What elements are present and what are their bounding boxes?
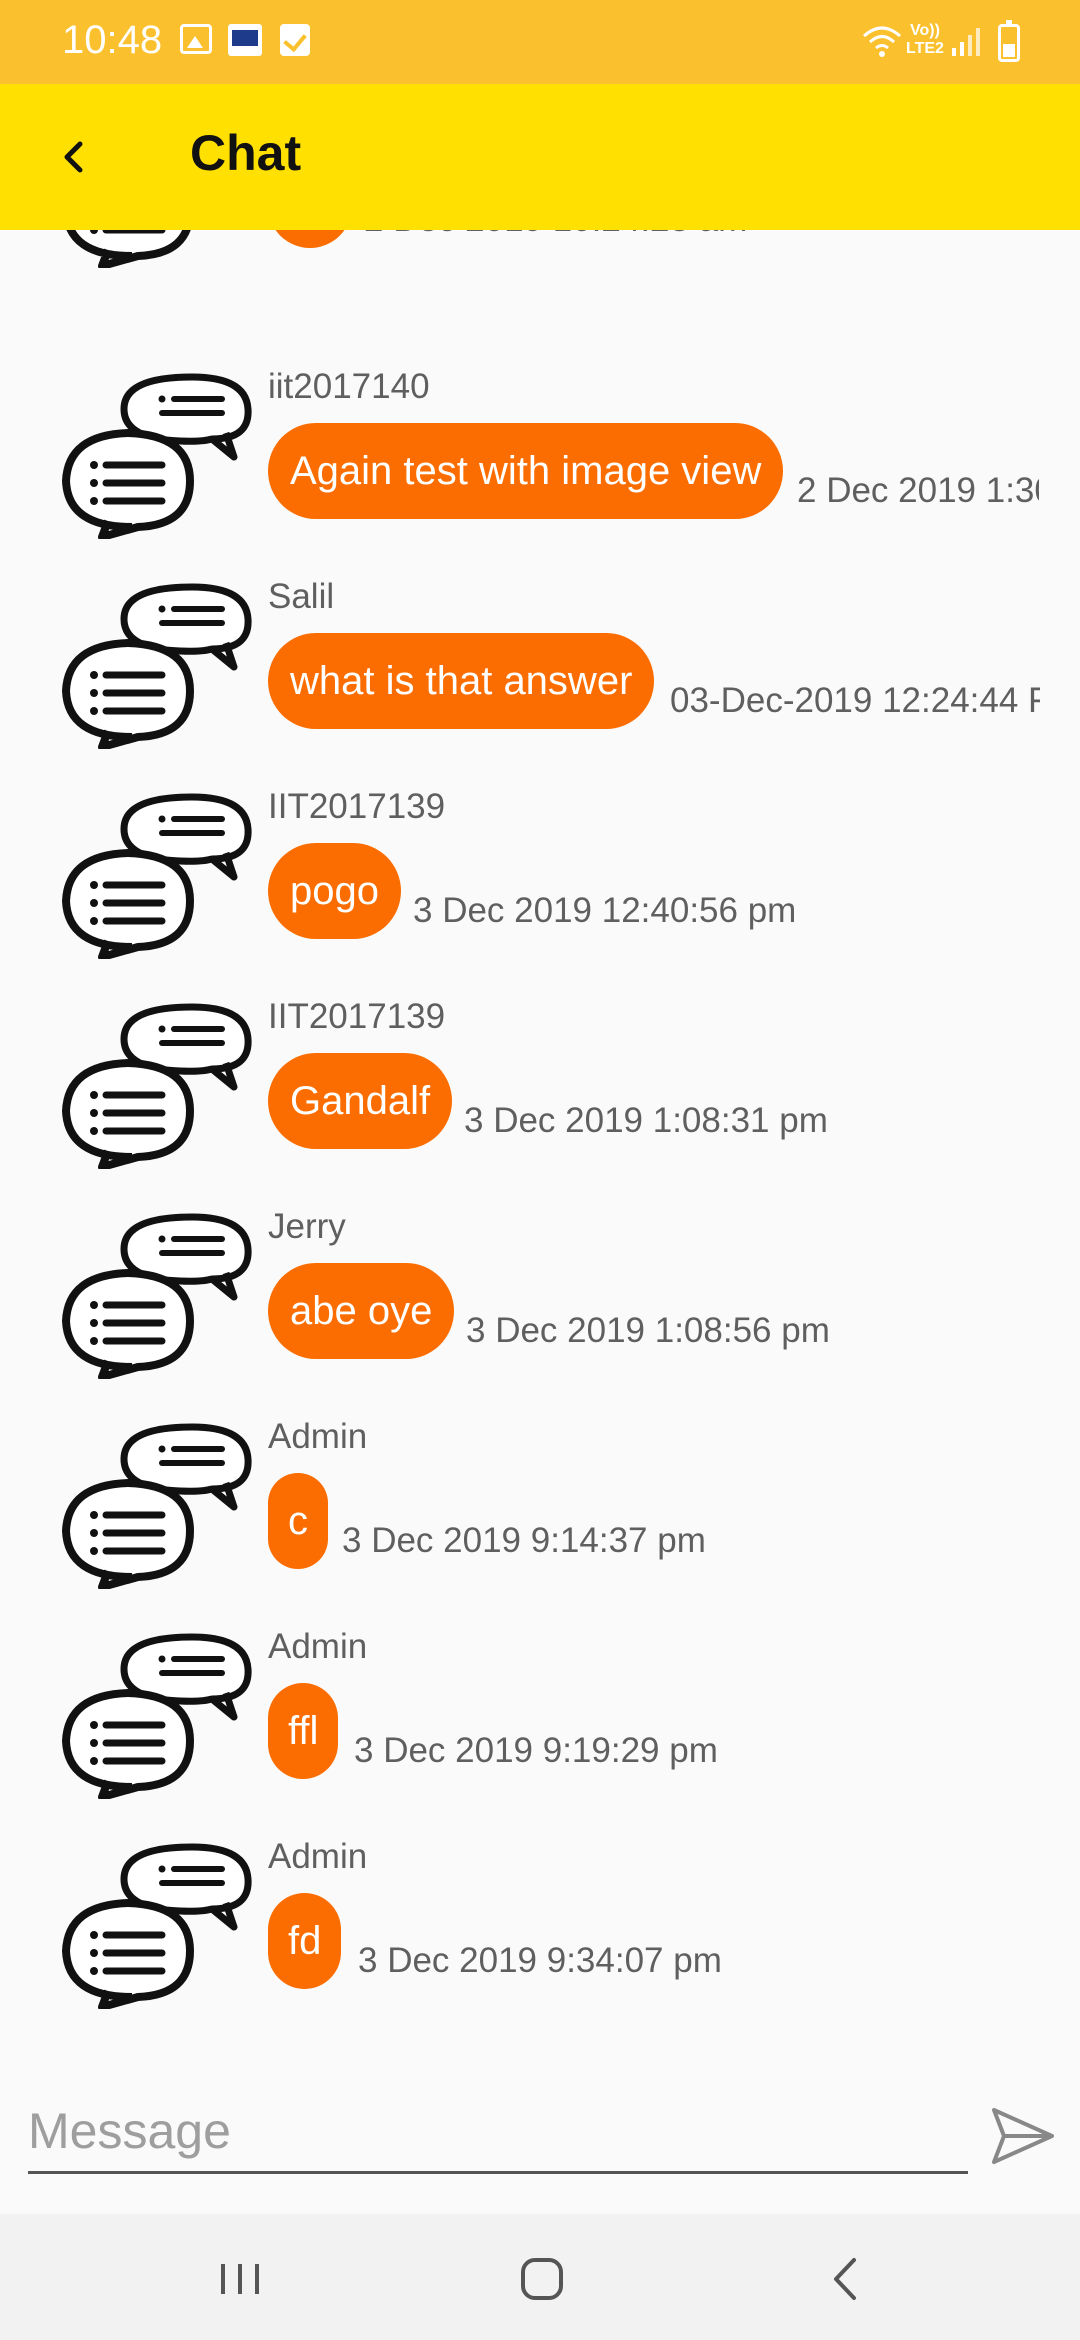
message-sender: Admin	[268, 1627, 368, 1666]
recent-apps-button[interactable]	[205, 2244, 275, 2314]
message-sender: Jerry	[268, 1207, 346, 1246]
lte-indicator: Vo)) LTE2	[906, 22, 944, 58]
message-item[interactable]: Salil what is that answer 03-Dec-2019 12…	[0, 571, 1080, 781]
message-bubble[interactable]: what is that answer	[268, 633, 655, 729]
chat-bubbles-avatar-icon	[62, 999, 252, 1169]
chat-bubbles-avatar-icon	[62, 230, 252, 268]
task-notification-icon	[280, 24, 310, 56]
message-timestamp: 3 Dec 2019 12:40:56 pm	[413, 891, 797, 930]
message-sender: IIT2017139	[268, 997, 446, 1036]
send-button[interactable]	[986, 2100, 1058, 2172]
chat-bubbles-avatar-icon	[62, 1209, 252, 1379]
message-item[interactable]: yy 2 Dec 2019 10:24:28 am	[0, 230, 1080, 300]
message-timestamp: 3 Dec 2019 9:34:07 pm	[358, 1941, 722, 1980]
chat-bubbles-avatar-icon	[62, 369, 252, 539]
book-app-notification-icon	[228, 24, 262, 56]
message-timestamp: 03-Dec-2019 12:24:44 F	[670, 681, 1040, 720]
message-bubble[interactable]: pogo	[268, 843, 401, 939]
chevron-left-icon	[64, 141, 83, 173]
message-timestamp: 3 Dec 2019 1:08:31 pm	[464, 1101, 828, 1140]
message-bubble[interactable]: Gandalf	[268, 1053, 453, 1149]
lte-label: LTE2	[906, 40, 944, 57]
message-timestamp: 2 Dec 2019 10:24:28 am	[364, 230, 747, 240]
recent-apps-icon	[221, 2264, 259, 2294]
message-sender: Admin	[268, 1417, 368, 1456]
home-icon	[521, 2258, 563, 2300]
message-bubble[interactable]: ffl	[268, 1683, 339, 1779]
message-item[interactable]: IIT2017139 pogo 3 Dec 2019 12:40:56 pm	[0, 781, 1080, 991]
chat-screen: 10:48 Vo)) LTE2 Chat iit2017140 Again te…	[0, 0, 1080, 2340]
message-sender: IIT2017139	[268, 787, 446, 826]
send-icon	[992, 2108, 1054, 2164]
message-item[interactable]: Admin c 3 Dec 2019 9:14:37 pm	[0, 1411, 1080, 1621]
message-sender: Salil	[268, 577, 335, 616]
message-sender: Admin	[268, 1837, 368, 1876]
message-bubble[interactable]: c	[268, 1473, 328, 1569]
message-input[interactable]	[28, 2090, 968, 2174]
battery-icon	[998, 20, 1020, 62]
chat-bubbles-avatar-icon	[62, 1419, 252, 1589]
message-item[interactable]: Admin ffl 3 Dec 2019 9:19:29 pm	[0, 1621, 1080, 1831]
chat-bubbles-avatar-icon	[62, 1839, 252, 2009]
system-back-button[interactable]	[810, 2244, 880, 2314]
message-item[interactable]: Admin fd 3 Dec 2019 9:34:07 pm	[0, 1831, 1080, 2035]
message-timestamp: 3 Dec 2019 9:14:37 pm	[342, 1521, 706, 1560]
status-bar: 10:48 Vo)) LTE2	[0, 0, 1080, 84]
wifi-icon	[862, 24, 902, 58]
message-timestamp: 3 Dec 2019 1:08:56 pm	[466, 1311, 830, 1350]
home-button[interactable]	[507, 2244, 577, 2314]
message-item[interactable]: IIT2017139 Gandalf 3 Dec 2019 1:08:31 pm	[0, 991, 1080, 1201]
message-item[interactable]: Jerry abe oye 3 Dec 2019 1:08:56 pm	[0, 1201, 1080, 1411]
page-title: Chat	[190, 125, 302, 181]
message-list[interactable]: yy 2 Dec 2019 10:24:28 am iit2017140 Aga…	[0, 230, 1080, 2035]
message-sender: iit2017140	[268, 367, 430, 406]
status-time: 10:48	[62, 18, 163, 62]
message-bubble[interactable]: abe oye	[268, 1263, 455, 1359]
gallery-notification-icon	[180, 24, 212, 54]
back-button[interactable]	[40, 122, 110, 192]
message-bubble[interactable]: Again test with image view	[268, 423, 784, 519]
message-bubble[interactable]: yy	[268, 230, 352, 248]
system-navigation-bar	[0, 2214, 1080, 2340]
chat-bubbles-avatar-icon	[62, 1629, 252, 1799]
back-arrow-icon	[834, 2258, 856, 2300]
chat-bubbles-avatar-icon	[62, 579, 252, 749]
message-item[interactable]: iit2017140 Again test with image view 2 …	[0, 361, 1080, 571]
chat-bubbles-avatar-icon	[62, 789, 252, 959]
app-toolbar: Chat	[0, 84, 1080, 230]
message-timestamp: 3 Dec 2019 9:19:29 pm	[354, 1731, 718, 1770]
signal-strength-icon	[950, 26, 982, 56]
volte-label: Vo))	[910, 22, 940, 39]
message-timestamp: 2 Dec 2019 1:30	[797, 471, 1039, 510]
message-bubble[interactable]: fd	[268, 1893, 342, 1989]
